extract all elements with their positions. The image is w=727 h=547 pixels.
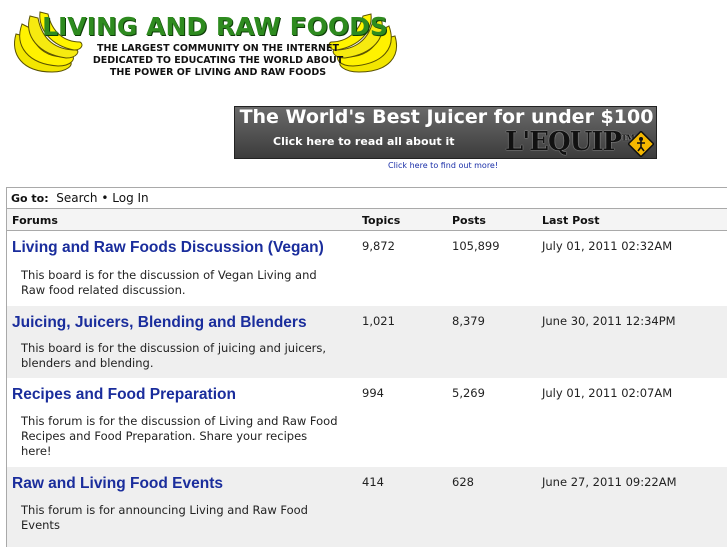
- forum-posts-count: 105,899: [452, 239, 500, 253]
- juicer-ad-banner[interactable]: The World's Best Juicer for under $100 C…: [234, 106, 657, 159]
- forum-topics-count: 9,872: [362, 239, 395, 253]
- forum-description: This board is for the discussion of juic…: [21, 341, 327, 370]
- forum-description: This forum is for announcing Living and …: [21, 503, 308, 532]
- person-warning-sign-icon: [628, 131, 654, 157]
- forum-title-link[interactable]: Juicing, Juicers, Blending and Blenders: [12, 314, 307, 332]
- ad-brand-logo: L'EQUIPTM: [505, 127, 635, 157]
- site-tagline-line-2: DEDICATED TO EDUCATING THE WORLD ABOUT: [92, 55, 344, 66]
- ad-headline: The World's Best Juicer for under $100: [239, 106, 654, 128]
- forum-topics-count: 1,021: [362, 314, 395, 328]
- forum-table: Go to: Search • Log In Forums Topics Pos…: [6, 187, 727, 547]
- forum-topics-count: 414: [362, 475, 384, 489]
- goto-label: Go to:: [11, 192, 49, 205]
- forum-last-post: June 30, 2011 12:34PM: [542, 314, 676, 328]
- forum-title-link[interactable]: Recipes and Food Preparation: [12, 386, 236, 404]
- forum-row: Juicing, Juicers, Blending and Blenders …: [7, 306, 727, 378]
- ad-find-out-more-link[interactable]: Click here to find out more!: [388, 161, 498, 170]
- ad-subline: Click here to read all about it: [273, 135, 455, 148]
- forum-description: This board is for the discussion of Vega…: [21, 268, 317, 297]
- forum-row: Raw and Living Food Events This forum is…: [7, 467, 727, 547]
- site-tagline-line-1: THE LARGEST COMMUNITY ON THE INTERNET: [97, 43, 339, 54]
- site-logo[interactable]: LIVING AND RAW FOODS THE LARGEST COMMUNI…: [8, 6, 403, 78]
- login-link[interactable]: Log In: [112, 191, 148, 205]
- forum-topics-count: 994: [362, 386, 384, 400]
- table-header-row: Forums Topics Posts Last Post: [7, 209, 727, 231]
- forum-last-post: July 01, 2011 02:07AM: [542, 386, 673, 400]
- forum-title-link[interactable]: Living and Raw Foods Discussion (Vegan): [12, 239, 324, 257]
- forum-title-link[interactable]: Raw and Living Food Events: [12, 475, 223, 493]
- forum-posts-count: 5,269: [452, 386, 485, 400]
- forum-last-post: June 27, 2011 09:22AM: [542, 475, 677, 489]
- forum-last-post: July 01, 2011 02:32AM: [542, 239, 673, 253]
- col-posts-header: Posts: [452, 214, 486, 227]
- site-title: LIVING AND RAW FOODS: [42, 12, 388, 41]
- forum-row: Recipes and Food Preparation This forum …: [7, 378, 727, 467]
- forum-description: This forum is for the discussion of Livi…: [21, 414, 338, 458]
- forum-posts-count: 8,379: [452, 314, 485, 328]
- nav-separator: •: [101, 191, 109, 205]
- site-tagline-line-3: THE POWER OF LIVING AND RAW FOODS: [109, 67, 327, 78]
- forum-row: Living and Raw Foods Discussion (Vegan) …: [7, 231, 727, 306]
- search-link[interactable]: Search: [56, 191, 97, 205]
- col-last-post-header: Last Post: [542, 214, 600, 227]
- forum-posts-count: 628: [452, 475, 474, 489]
- col-forums-header: Forums: [12, 214, 58, 227]
- col-topics-header: Topics: [362, 214, 401, 227]
- goto-nav-bar: Go to: Search • Log In: [7, 188, 727, 209]
